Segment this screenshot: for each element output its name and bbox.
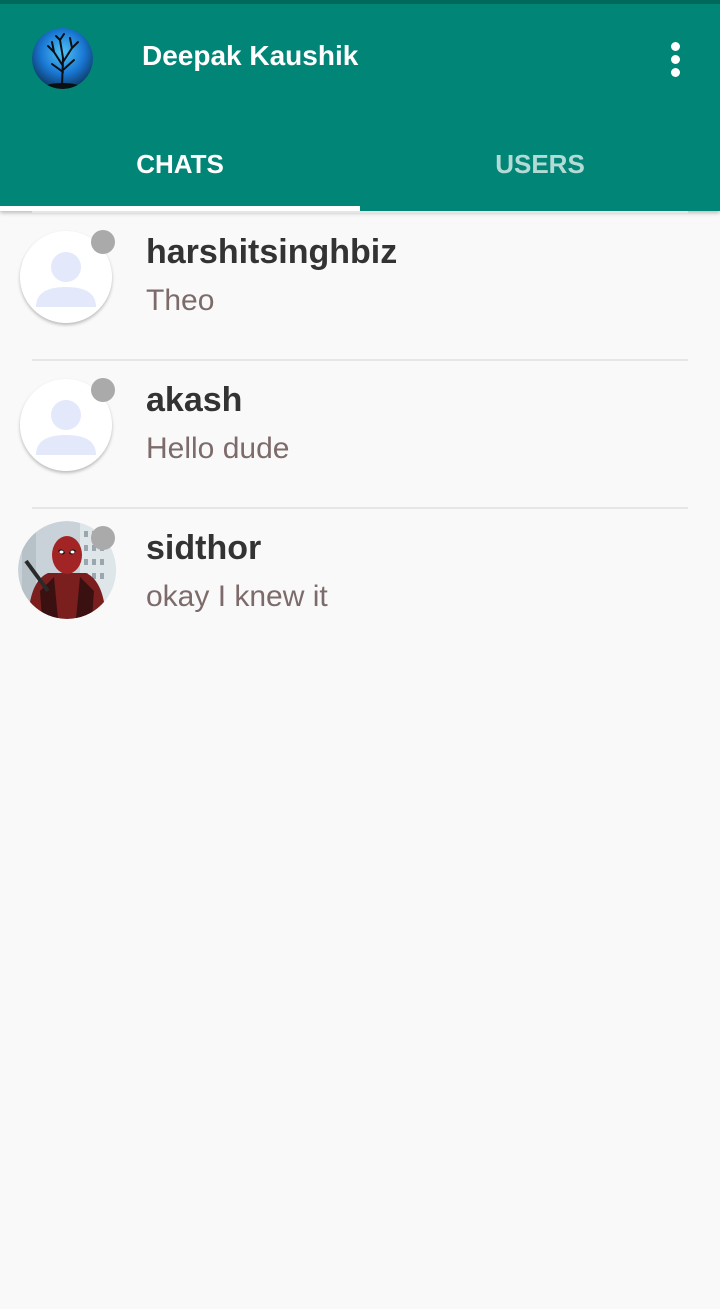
app-bar: Deepak Kaushik CHATS USERS (0, 0, 720, 211)
chat-name: akash (146, 381, 243, 419)
presence-dot (91, 378, 115, 402)
chat-last-message: okay I knew it (146, 580, 328, 613)
presence-dot (91, 526, 115, 550)
chat-name: harshitsinghbiz (146, 233, 398, 271)
chat-last-message: Theo (146, 284, 215, 317)
chat-name: sidthor (146, 529, 262, 567)
chat-item-harshitsinghbiz[interactable]: harshitsinghbiz Theo (0, 211, 720, 359)
chat-item-akash[interactable]: akash Hello dude (0, 359, 720, 507)
tab-chats-label: CHATS (136, 149, 224, 179)
profile-avatar-icon[interactable] (32, 28, 93, 89)
status-strip (0, 0, 720, 4)
divider (32, 507, 688, 509)
chat-list: harshitsinghbiz Theo akash Hello dude si… (0, 211, 720, 655)
app-screen: Deepak Kaushik CHATS USERS harshitsinghb… (0, 0, 720, 1309)
divider (32, 359, 688, 361)
more-vert-icon[interactable] (656, 36, 696, 82)
presence-dot (91, 230, 115, 254)
divider (32, 211, 688, 213)
profile-name: Deepak Kaushik (142, 40, 359, 71)
tab-users-label: USERS (495, 149, 585, 179)
chat-last-message: Hello dude (146, 432, 290, 465)
tab-bar: CHATS USERS (0, 118, 720, 211)
chat-item-sidthor[interactable]: sidthor okay I knew it (0, 507, 720, 655)
tab-users[interactable]: USERS (360, 118, 720, 211)
tab-chats[interactable]: CHATS (0, 118, 360, 211)
